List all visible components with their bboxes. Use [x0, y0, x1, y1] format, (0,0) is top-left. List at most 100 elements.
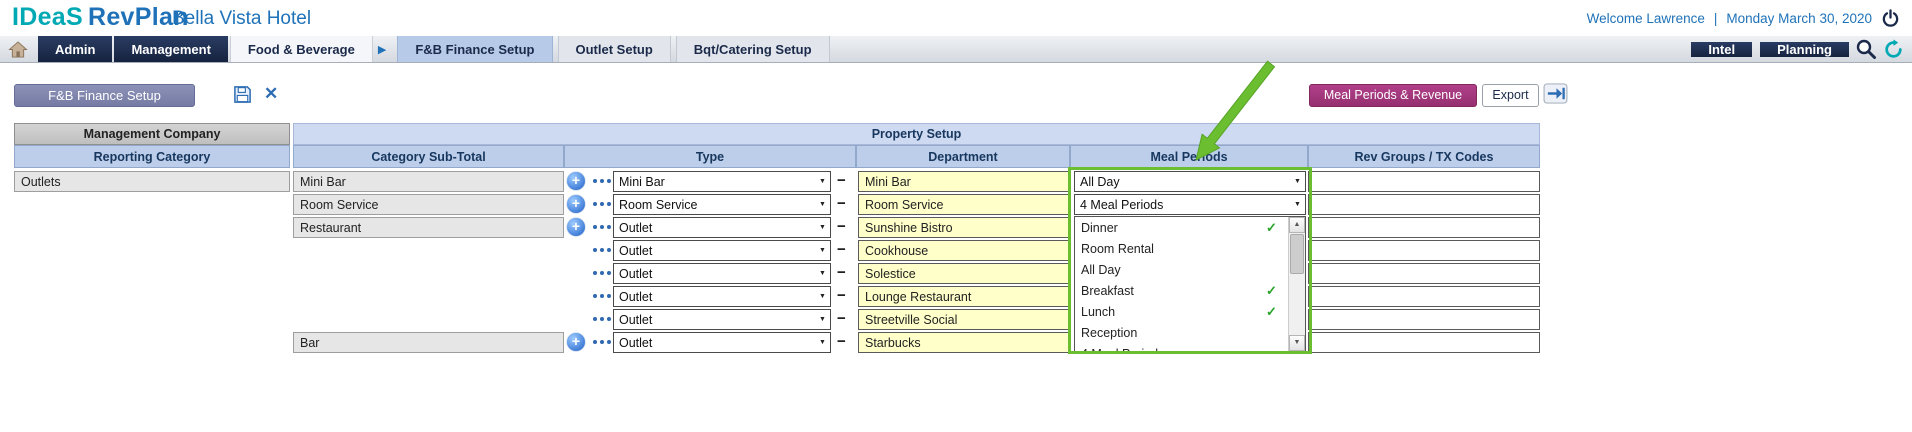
nav-tab-fb-finance-setup[interactable]: F&B Finance Setup: [397, 36, 552, 62]
more-options-icon[interactable]: [593, 202, 611, 206]
department-cell[interactable]: Mini Bar: [858, 171, 1070, 192]
minus-icon[interactable]: −: [837, 241, 846, 258]
dropdown-option[interactable]: Breakfast✓: [1075, 280, 1288, 301]
rev-groups-cell[interactable]: [1308, 171, 1540, 192]
minus-icon[interactable]: −: [837, 310, 846, 327]
property-setup-header: Property Setup: [293, 123, 1540, 145]
nav-tab-intel[interactable]: Intel: [1691, 42, 1752, 57]
more-options-icon[interactable]: [593, 317, 611, 321]
plus-icon[interactable]: +: [567, 172, 585, 190]
type-select[interactable]: Mini Bar▼: [613, 171, 831, 192]
dropdown-arrow-icon: ▼: [815, 293, 830, 300]
department-cell[interactable]: Lounge Restaurant: [858, 286, 1070, 307]
rev-groups-cell[interactable]: [1308, 332, 1540, 353]
logo-ideas: IDeaS: [12, 3, 83, 31]
department-cell[interactable]: Sunshine Bistro: [858, 217, 1070, 238]
minus-icon[interactable]: −: [837, 195, 846, 212]
minus-icon[interactable]: −: [837, 264, 846, 281]
sub-total-cell: Bar: [293, 332, 564, 353]
department-cell[interactable]: Starbucks: [858, 332, 1070, 353]
type-select[interactable]: Outlet▼: [613, 332, 831, 353]
export-icon[interactable]: [1543, 83, 1568, 104]
dropdown-option[interactable]: Dinner✓: [1075, 217, 1288, 238]
dropdown-arrow-icon: ▼: [815, 339, 830, 346]
table-row: Outlet▼ − Solestice: [0, 262, 1912, 285]
column-header-meal-periods: Meal Periods: [1070, 145, 1308, 168]
hotel-name: Bella Vista Hotel: [172, 8, 311, 30]
search-icon[interactable]: [1855, 38, 1877, 60]
nav-bar: Admin Management Food & Beverage ▶ F&B F…: [0, 36, 1912, 63]
plus-icon[interactable]: +: [567, 333, 585, 351]
table-row: Outlet▼ − Cookhouse: [0, 239, 1912, 262]
dropdown-option[interactable]: All Day: [1075, 259, 1288, 280]
dropdown-option[interactable]: Room Rental: [1075, 238, 1288, 259]
management-company-header: Management Company: [14, 123, 290, 145]
table-row: Room Service + Room Service▼ − Room Serv…: [0, 193, 1912, 216]
meal-periods-dropdown: Dinner✓ Room Rental All Day Breakfast✓ L…: [1074, 216, 1306, 352]
rev-groups-cell[interactable]: [1308, 309, 1540, 330]
more-options-icon[interactable]: [593, 248, 611, 252]
save-icon[interactable]: [233, 85, 252, 104]
table-row: Bar + Outlet▼ − Starbucks: [0, 331, 1912, 354]
department-cell[interactable]: Cookhouse: [858, 240, 1070, 261]
minus-icon[interactable]: −: [837, 287, 846, 304]
rev-groups-cell[interactable]: [1308, 263, 1540, 284]
nav-tab-planning[interactable]: Planning: [1760, 42, 1849, 57]
rev-groups-cell[interactable]: [1308, 240, 1540, 261]
nav-tab-bqt-catering-setup[interactable]: Bqt/Catering Setup: [676, 36, 830, 62]
dropdown-option[interactable]: 4 Meal Periods: [1075, 343, 1288, 351]
minus-icon[interactable]: −: [837, 172, 846, 189]
close-icon[interactable]: ✕: [264, 84, 278, 104]
nav-tab-management[interactable]: Management: [114, 36, 227, 62]
more-options-icon[interactable]: [593, 340, 611, 344]
more-options-icon[interactable]: [593, 225, 611, 229]
scroll-up-icon[interactable]: ▲: [1289, 217, 1305, 233]
check-icon: ✓: [1266, 283, 1288, 299]
nav-tab-outlet-setup[interactable]: Outlet Setup: [558, 36, 671, 62]
type-select[interactable]: Room Service▼: [613, 194, 831, 215]
table-row: Restaurant + Outlet▼ − Sunshine Bistro: [0, 216, 1912, 239]
separator: |: [1714, 11, 1718, 26]
more-options-icon[interactable]: [593, 294, 611, 298]
nav-tab-admin[interactable]: Admin: [38, 36, 112, 62]
meal-periods-revenue-groups-button[interactable]: Meal Periods & Revenue Groups: [1309, 84, 1477, 107]
dropdown-option[interactable]: Reception: [1075, 322, 1288, 343]
sub-total-cell: Room Service: [293, 194, 564, 215]
meal-period-select[interactable]: 4 Meal Periods▼: [1074, 194, 1306, 215]
type-select[interactable]: Outlet▼: [613, 309, 831, 330]
export-button[interactable]: Export: [1482, 84, 1539, 107]
type-select[interactable]: Outlet▼: [613, 217, 831, 238]
plus-icon[interactable]: +: [567, 218, 585, 236]
department-cell[interactable]: Streetville Social: [858, 309, 1070, 330]
nav-bar-right: Intel Planning: [1689, 36, 1912, 62]
check-icon: ✓: [1266, 220, 1288, 236]
department-cell[interactable]: Solestice: [858, 263, 1070, 284]
column-header-department: Department: [856, 145, 1070, 168]
minus-icon[interactable]: −: [837, 218, 846, 235]
meal-period-select[interactable]: All Day▼: [1074, 171, 1306, 192]
dropdown-option[interactable]: Lunch✓: [1075, 301, 1288, 322]
dropdown-arrow-icon: ▼: [815, 201, 830, 208]
more-options-icon[interactable]: [593, 179, 611, 183]
plus-icon[interactable]: +: [567, 195, 585, 213]
rev-groups-cell[interactable]: [1308, 217, 1540, 238]
refresh-icon[interactable]: [1883, 39, 1904, 60]
more-options-icon[interactable]: [593, 271, 611, 275]
page-title-button[interactable]: F&B Finance Setup: [14, 84, 195, 107]
top-bar-right: Welcome Lawrence | Monday March 30, 2020: [1587, 0, 1900, 36]
rev-groups-cell[interactable]: [1308, 286, 1540, 307]
department-cell[interactable]: Room Service: [858, 194, 1070, 215]
power-icon[interactable]: [1881, 9, 1900, 28]
column-header-rev-groups: Rev Groups / TX Codes: [1308, 145, 1540, 168]
type-select[interactable]: Outlet▼: [613, 240, 831, 261]
rev-groups-cell[interactable]: [1308, 194, 1540, 215]
minus-icon[interactable]: −: [837, 333, 846, 350]
nav-tab-food-beverage[interactable]: Food & Beverage: [230, 36, 373, 62]
type-select[interactable]: Outlet▼: [613, 286, 831, 307]
home-icon[interactable]: [0, 36, 36, 62]
dropdown-scrollbar[interactable]: ▲ ▼: [1288, 217, 1305, 351]
type-select[interactable]: Outlet▼: [613, 263, 831, 284]
scroll-thumb[interactable]: [1290, 234, 1304, 274]
scroll-down-icon[interactable]: ▼: [1289, 335, 1305, 351]
app-logo: IDeaSRevPlan: [12, 3, 189, 32]
